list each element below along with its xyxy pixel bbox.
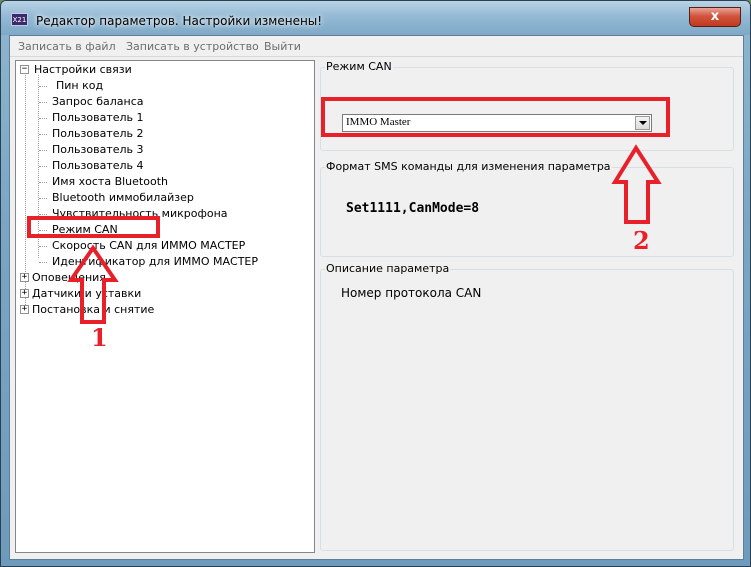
plus-box-icon[interactable]: +	[20, 305, 29, 314]
tree-connector	[39, 86, 47, 87]
tree-connector	[39, 182, 47, 183]
menu-write-device[interactable]: Записать в устройство	[126, 40, 259, 53]
annotation-box-combo	[321, 97, 670, 137]
tree-item-bt-immo[interactable]: Bluetooth иммобилайзер	[52, 190, 194, 206]
can-mode-group-title: Режим CAN	[325, 60, 393, 73]
tree-connector	[39, 262, 47, 263]
menu-write-file[interactable]: Записать в файл	[18, 40, 116, 53]
sms-format-group-title: Формат SMS команды для изменения парамет…	[325, 160, 612, 173]
description-group-title: Описание параметра	[325, 262, 451, 275]
tree-group-label: Постановка и снятие	[32, 303, 155, 316]
annotation-label-1: 1	[91, 323, 108, 352]
tree-connector	[39, 134, 47, 135]
tree-connector	[39, 150, 47, 151]
tree-item-pin[interactable]: Пин код	[56, 78, 103, 94]
plus-box-icon[interactable]: +	[20, 273, 29, 282]
minus-box-icon[interactable]: −	[20, 65, 29, 74]
tree-item-user-3[interactable]: Пользователь 3	[52, 142, 144, 158]
window-title: Редактор параметров. Настройки изменены!	[36, 14, 323, 28]
tree-connector	[39, 198, 47, 199]
close-button[interactable]: x	[689, 7, 741, 27]
tree-group-label: Оповещения	[32, 271, 106, 284]
parameter-tree[interactable]: − Настройки связи Пин код Запрос баланса…	[15, 60, 315, 553]
annotation-label-2: 2	[633, 226, 650, 255]
tree-item-user-4[interactable]: Пользователь 4	[52, 158, 144, 174]
tree-item-bt-host[interactable]: Имя хоста Bluetooth	[52, 174, 168, 190]
tree-connector	[39, 246, 47, 247]
description-group: Описание параметра	[320, 262, 734, 551]
tree-connector	[39, 214, 47, 215]
app-icon: X21	[11, 13, 28, 26]
annotation-box-tree	[27, 216, 160, 238]
description-text: Номер протокола CAN	[341, 286, 482, 300]
tree-item-balance[interactable]: Запрос баланса	[52, 94, 144, 110]
tree-item-user-2[interactable]: Пользователь 2	[52, 126, 144, 142]
tree-group-label: Настройки связи	[34, 63, 132, 76]
tree-item-immo-id[interactable]: Идентификатор для ИММО МАСТЕР	[52, 254, 258, 270]
tree-item-can-speed[interactable]: Скорость CAN для ИММО МАСТЕР	[52, 238, 245, 254]
app-window: X21 Редактор параметров. Настройки измен…	[0, 0, 751, 567]
tree-connector	[39, 102, 47, 103]
tree-item-user-1[interactable]: Пользователь 1	[52, 110, 144, 126]
tree-connector	[25, 75, 26, 282]
tree-connector	[39, 118, 47, 119]
sms-command-text: Set1111,CanMode=8	[346, 201, 480, 216]
plus-box-icon[interactable]: +	[20, 289, 29, 298]
tree-group-label: Датчики и уставки	[32, 287, 142, 300]
menu-exit[interactable]: Выйти	[264, 40, 301, 53]
tree-connector	[39, 166, 47, 167]
title-bar[interactable]: X21 Редактор параметров. Настройки измен…	[1, 1, 750, 35]
menu-bar: Записать в файл Записать в устройство Вы…	[10, 36, 743, 57]
